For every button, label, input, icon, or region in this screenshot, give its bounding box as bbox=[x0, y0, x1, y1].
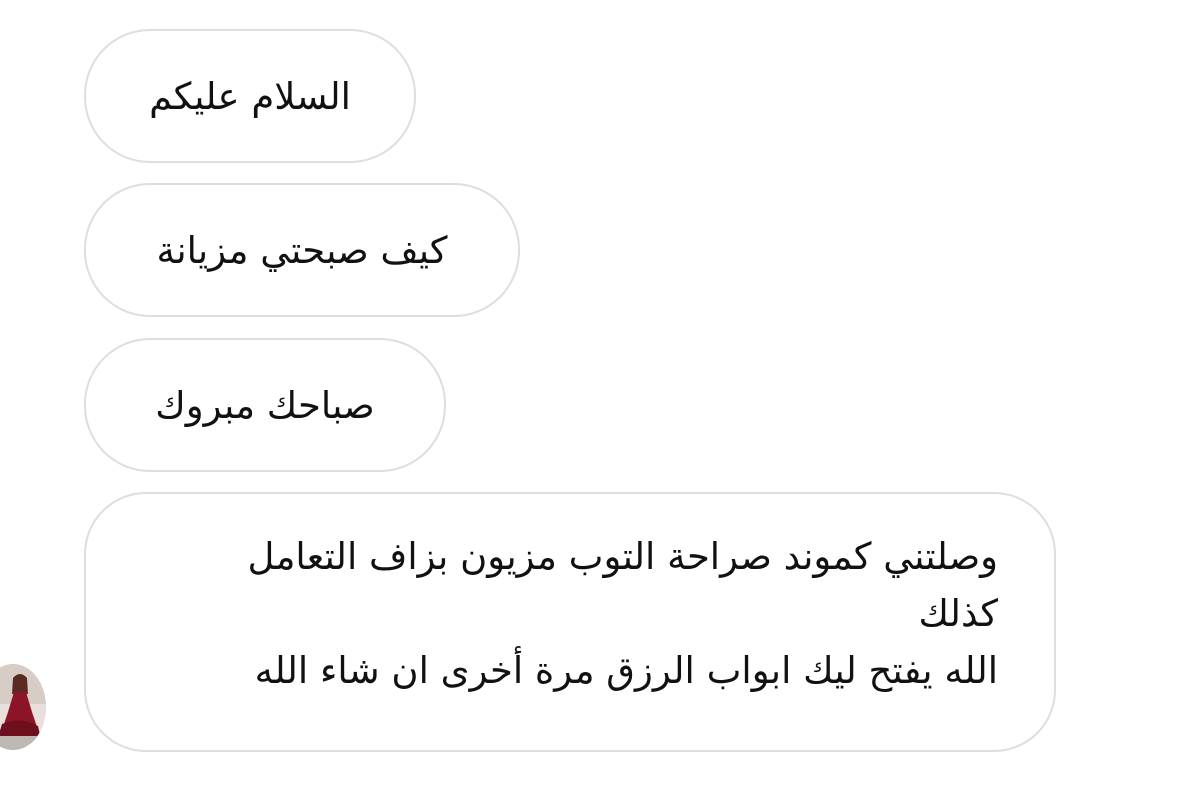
message-text-line: الله يفتح ليك ابواب الرزق مرة أخرى ان شا… bbox=[254, 649, 998, 692]
message-bubble-review[interactable]: وصلتني كموند صراحة التوب مزيون بزاف التع… bbox=[84, 492, 1056, 752]
message-bubble-how-are-you[interactable]: كيف صبحتي مزيانة bbox=[84, 183, 520, 317]
chat-thread: السلام عليكم كيف صبحتي مزيانة صباحك مبرو… bbox=[0, 0, 1198, 806]
sender-avatar[interactable] bbox=[0, 664, 46, 750]
message-text: السلام عليكم bbox=[149, 74, 351, 118]
message-text: صباحك مبروك bbox=[155, 383, 375, 427]
message-text: كيف صبحتي مزيانة bbox=[156, 228, 448, 272]
message-bubble-good-morning[interactable]: صباحك مبروك bbox=[84, 338, 446, 472]
message-text-line: كذلك bbox=[918, 592, 999, 635]
avatar-photo-icon bbox=[0, 664, 46, 750]
message-text-line: وصلتني كموند صراحة التوب مزيون بزاف التع… bbox=[247, 535, 998, 578]
message-bubble-greeting[interactable]: السلام عليكم bbox=[84, 29, 416, 163]
